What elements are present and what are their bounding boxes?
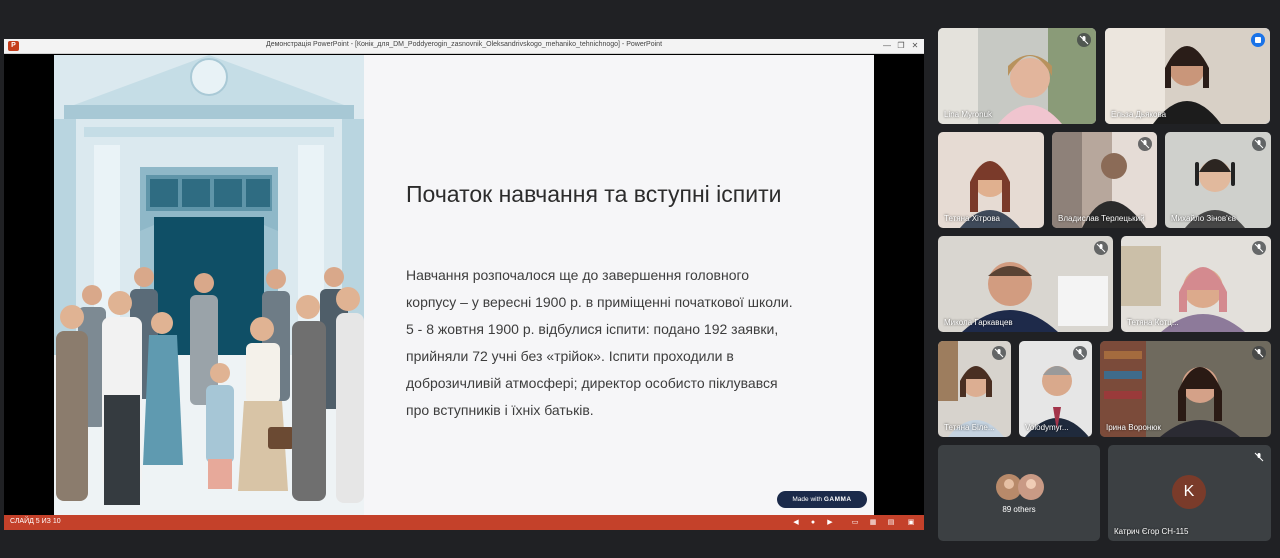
slideshow-icon[interactable]: ▣: [906, 518, 916, 527]
participant-tile[interactable]: Volodymyr...: [1019, 341, 1092, 437]
participant-name: Тетяна Біле...: [944, 423, 995, 432]
ppt-title-bar: P Демонстрація PowerPoint - [Конік_для_D…: [4, 39, 924, 54]
participant-name: Владислав Терлецький: [1058, 214, 1145, 223]
previous-slide-icon[interactable]: ◀: [791, 518, 801, 527]
slide-body-line: 5 - 8 жовтня 1900 р. відбулися іспити: п…: [406, 321, 779, 337]
made-with-gamma-badge[interactable]: Made with GAMMA: [777, 491, 867, 508]
mic-off-icon: [1252, 450, 1266, 464]
menu-icon[interactable]: ●: [808, 518, 818, 527]
presentation-slide: Початок навчання та вступні іспити Навча…: [54, 55, 874, 515]
mic-off-icon: [1138, 137, 1152, 151]
slide-body-line: корпусу – у вересні 1900 р. в приміщенні…: [406, 294, 793, 310]
ppt-window-title: Демонстрація PowerPoint - [Конік_для_DM_…: [265, 41, 663, 48]
slide-body-line: про вступників і їхніх батьків.: [406, 402, 594, 418]
mic-off-icon: [1252, 137, 1266, 151]
participant-name: Михайло Зінов'єв: [1171, 214, 1236, 223]
participant-tile[interactable]: Тетяна Котц...: [1121, 236, 1271, 332]
slide-body-text: Навчання розпочалося ще до завершення го…: [406, 262, 836, 424]
slide-body-line: доброзичливій атмосфері; директор особис…: [406, 375, 778, 391]
participant-name: Катрич Єгор СН-115: [1114, 527, 1189, 536]
participant-tile[interactable]: Владислав Терлецький: [1052, 132, 1157, 228]
close-icon[interactable]: ✕: [909, 40, 921, 52]
participant-name: Volodymyr...: [1025, 423, 1069, 432]
slide-body-line: Навчання розпочалося ще до завершення го…: [406, 267, 750, 283]
slide-sorter-icon[interactable]: ▦: [868, 518, 878, 527]
meet-window: P Демонстрація PowerPoint - [Конік_для_D…: [0, 0, 1280, 558]
participant-tile[interactable]: Микола Гаркавцев: [938, 236, 1113, 332]
minimize-icon[interactable]: —: [881, 40, 893, 52]
mic-off-icon: [1252, 241, 1266, 255]
participant-tile[interactable]: Михайло Зінов'єв: [1165, 132, 1271, 228]
badge-brand: GAMMA: [823, 496, 852, 503]
avatar: K: [1172, 475, 1206, 509]
normal-view-icon[interactable]: ▭: [850, 518, 860, 527]
participant-tile[interactable]: Ельза Дьякова: [1105, 28, 1270, 124]
participant-name: Ельза Дьякова: [1111, 110, 1167, 119]
slide-body-line: прийняли 72 учні без «трійок». Іспити пр…: [406, 348, 734, 364]
others-avatars: [996, 474, 1044, 500]
participant-tile[interactable]: Lina Myronuk: [938, 28, 1096, 124]
badge-prefix: Made with: [792, 496, 823, 503]
mic-off-icon: [1252, 346, 1266, 360]
others-count: 89 others: [1002, 505, 1036, 514]
speaking-indicator-icon: [1251, 33, 1265, 47]
mic-off-icon: [992, 346, 1006, 360]
mic-off-icon: [1094, 241, 1108, 255]
participant-tile[interactable]: K Катрич Єгор СН-115: [1108, 445, 1271, 541]
slide-heading: Початок навчання та вступні іспити: [406, 181, 782, 207]
next-slide-icon[interactable]: ▶: [825, 518, 835, 527]
participant-tile[interactable]: Тетяна Хітрова: [938, 132, 1044, 228]
participant-name: Lina Myronuk: [944, 110, 993, 119]
slide-counter: СЛАЙД 5 ИЗ 10: [10, 518, 61, 525]
participant-name: Тетяна Котц...: [1127, 318, 1179, 327]
participant-tile[interactable]: Ірина Воронюк: [1100, 341, 1271, 437]
participant-name: Тетяна Хітрова: [944, 214, 1000, 223]
participant-tile[interactable]: Тетяна Біле...: [938, 341, 1011, 437]
reading-view-icon[interactable]: ▤: [886, 518, 896, 527]
others-tile[interactable]: 89 others: [938, 445, 1100, 541]
school-crowd-illustration: [54, 55, 364, 515]
ppt-status-bar: СЛАЙД 5 ИЗ 10 ◀ ● ▶ ▭ ▦ ▤ ▣: [4, 515, 924, 530]
mic-off-icon: [1077, 33, 1091, 47]
mic-off-icon: [1073, 346, 1087, 360]
shared-screen[interactable]: P Демонстрація PowerPoint - [Конік_для_D…: [4, 39, 924, 530]
participant-name: Микола Гаркавцев: [944, 318, 1013, 327]
participant-name: Ірина Воронюк: [1106, 423, 1161, 432]
restore-icon[interactable]: ❐: [895, 40, 907, 52]
